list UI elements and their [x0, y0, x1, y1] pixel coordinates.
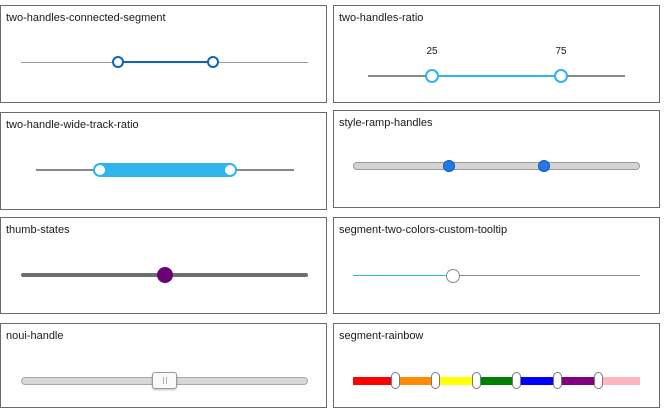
- rainbow-handle-3[interactable]: [472, 372, 481, 389]
- slider-handle-start[interactable]: [93, 163, 107, 177]
- handle-value-label-start: 25: [426, 46, 438, 57]
- slider-card-two-handle-wide-track-ratio: two-handle-wide-track-ratio: [0, 112, 327, 210]
- slider-handle-start[interactable]: [443, 160, 455, 172]
- rainbow-segment-pink: [599, 377, 640, 385]
- slider-card-two-handles-connected-segment: two-handles-connected-segment: [0, 5, 327, 103]
- slider-card-two-handles-ratio: two-handles-ratio 25 75: [333, 5, 660, 103]
- slider-handle-start[interactable]: [425, 69, 439, 83]
- slider-card-segment-two-colors-custom-tooltip: segment-two-colors-custom-tooltip: [333, 217, 660, 314]
- slider-filled-segment: [353, 275, 453, 276]
- rainbow-handle-1[interactable]: [391, 372, 400, 389]
- rainbow-segment-red: [353, 377, 395, 385]
- card-title: segment-two-colors-custom-tooltip: [339, 224, 508, 236]
- card-title: two-handles-ratio: [339, 12, 424, 24]
- rainbow-segment-green: [477, 377, 517, 385]
- card-title: segment-rainbow: [339, 330, 424, 342]
- card-title: two-handle-wide-track-ratio: [6, 119, 139, 131]
- slider-handle-end[interactable]: [223, 163, 237, 177]
- card-title: thumb-states: [6, 224, 70, 236]
- slider-handle-end[interactable]: [554, 69, 568, 83]
- slider-card-style-ramp-handles: style-ramp-handles: [333, 110, 660, 208]
- slider-track[interactable]: [353, 162, 640, 170]
- slider-handle-end[interactable]: [538, 160, 550, 172]
- slider-card-thumb-states: thumb-states: [0, 217, 327, 314]
- slider-connected-segment: [100, 163, 230, 177]
- noui-slider-handle[interactable]: [152, 372, 177, 389]
- rainbow-handle-4[interactable]: [512, 372, 521, 389]
- slider-handle[interactable]: [446, 269, 460, 283]
- slider-card-segment-rainbow: segment-rainbow: [333, 323, 660, 408]
- grip-line-icon: [166, 377, 167, 384]
- rainbow-segment-purple: [558, 377, 599, 385]
- rainbow-handle-6[interactable]: [594, 372, 603, 389]
- handle-value-label-end: 75: [555, 46, 567, 57]
- slider-connected-segment: [432, 75, 561, 77]
- slider-handle-end[interactable]: [207, 56, 219, 68]
- slider-connected-segment: [118, 61, 213, 63]
- rainbow-segment-orange: [395, 377, 436, 385]
- slider-card-noui-handle: noui-handle: [0, 323, 327, 408]
- rainbow-segment-blue: [517, 377, 558, 385]
- slider-handle-start[interactable]: [112, 56, 124, 68]
- card-title: style-ramp-handles: [339, 117, 433, 129]
- rainbow-segment-yellow: [436, 377, 477, 385]
- rainbow-handle-5[interactable]: [553, 372, 562, 389]
- card-title: two-handles-connected-segment: [6, 12, 166, 24]
- rainbow-handle-2[interactable]: [431, 372, 440, 389]
- card-title: noui-handle: [6, 330, 64, 342]
- grip-line-icon: [163, 377, 164, 384]
- slider-thumb[interactable]: [157, 267, 173, 283]
